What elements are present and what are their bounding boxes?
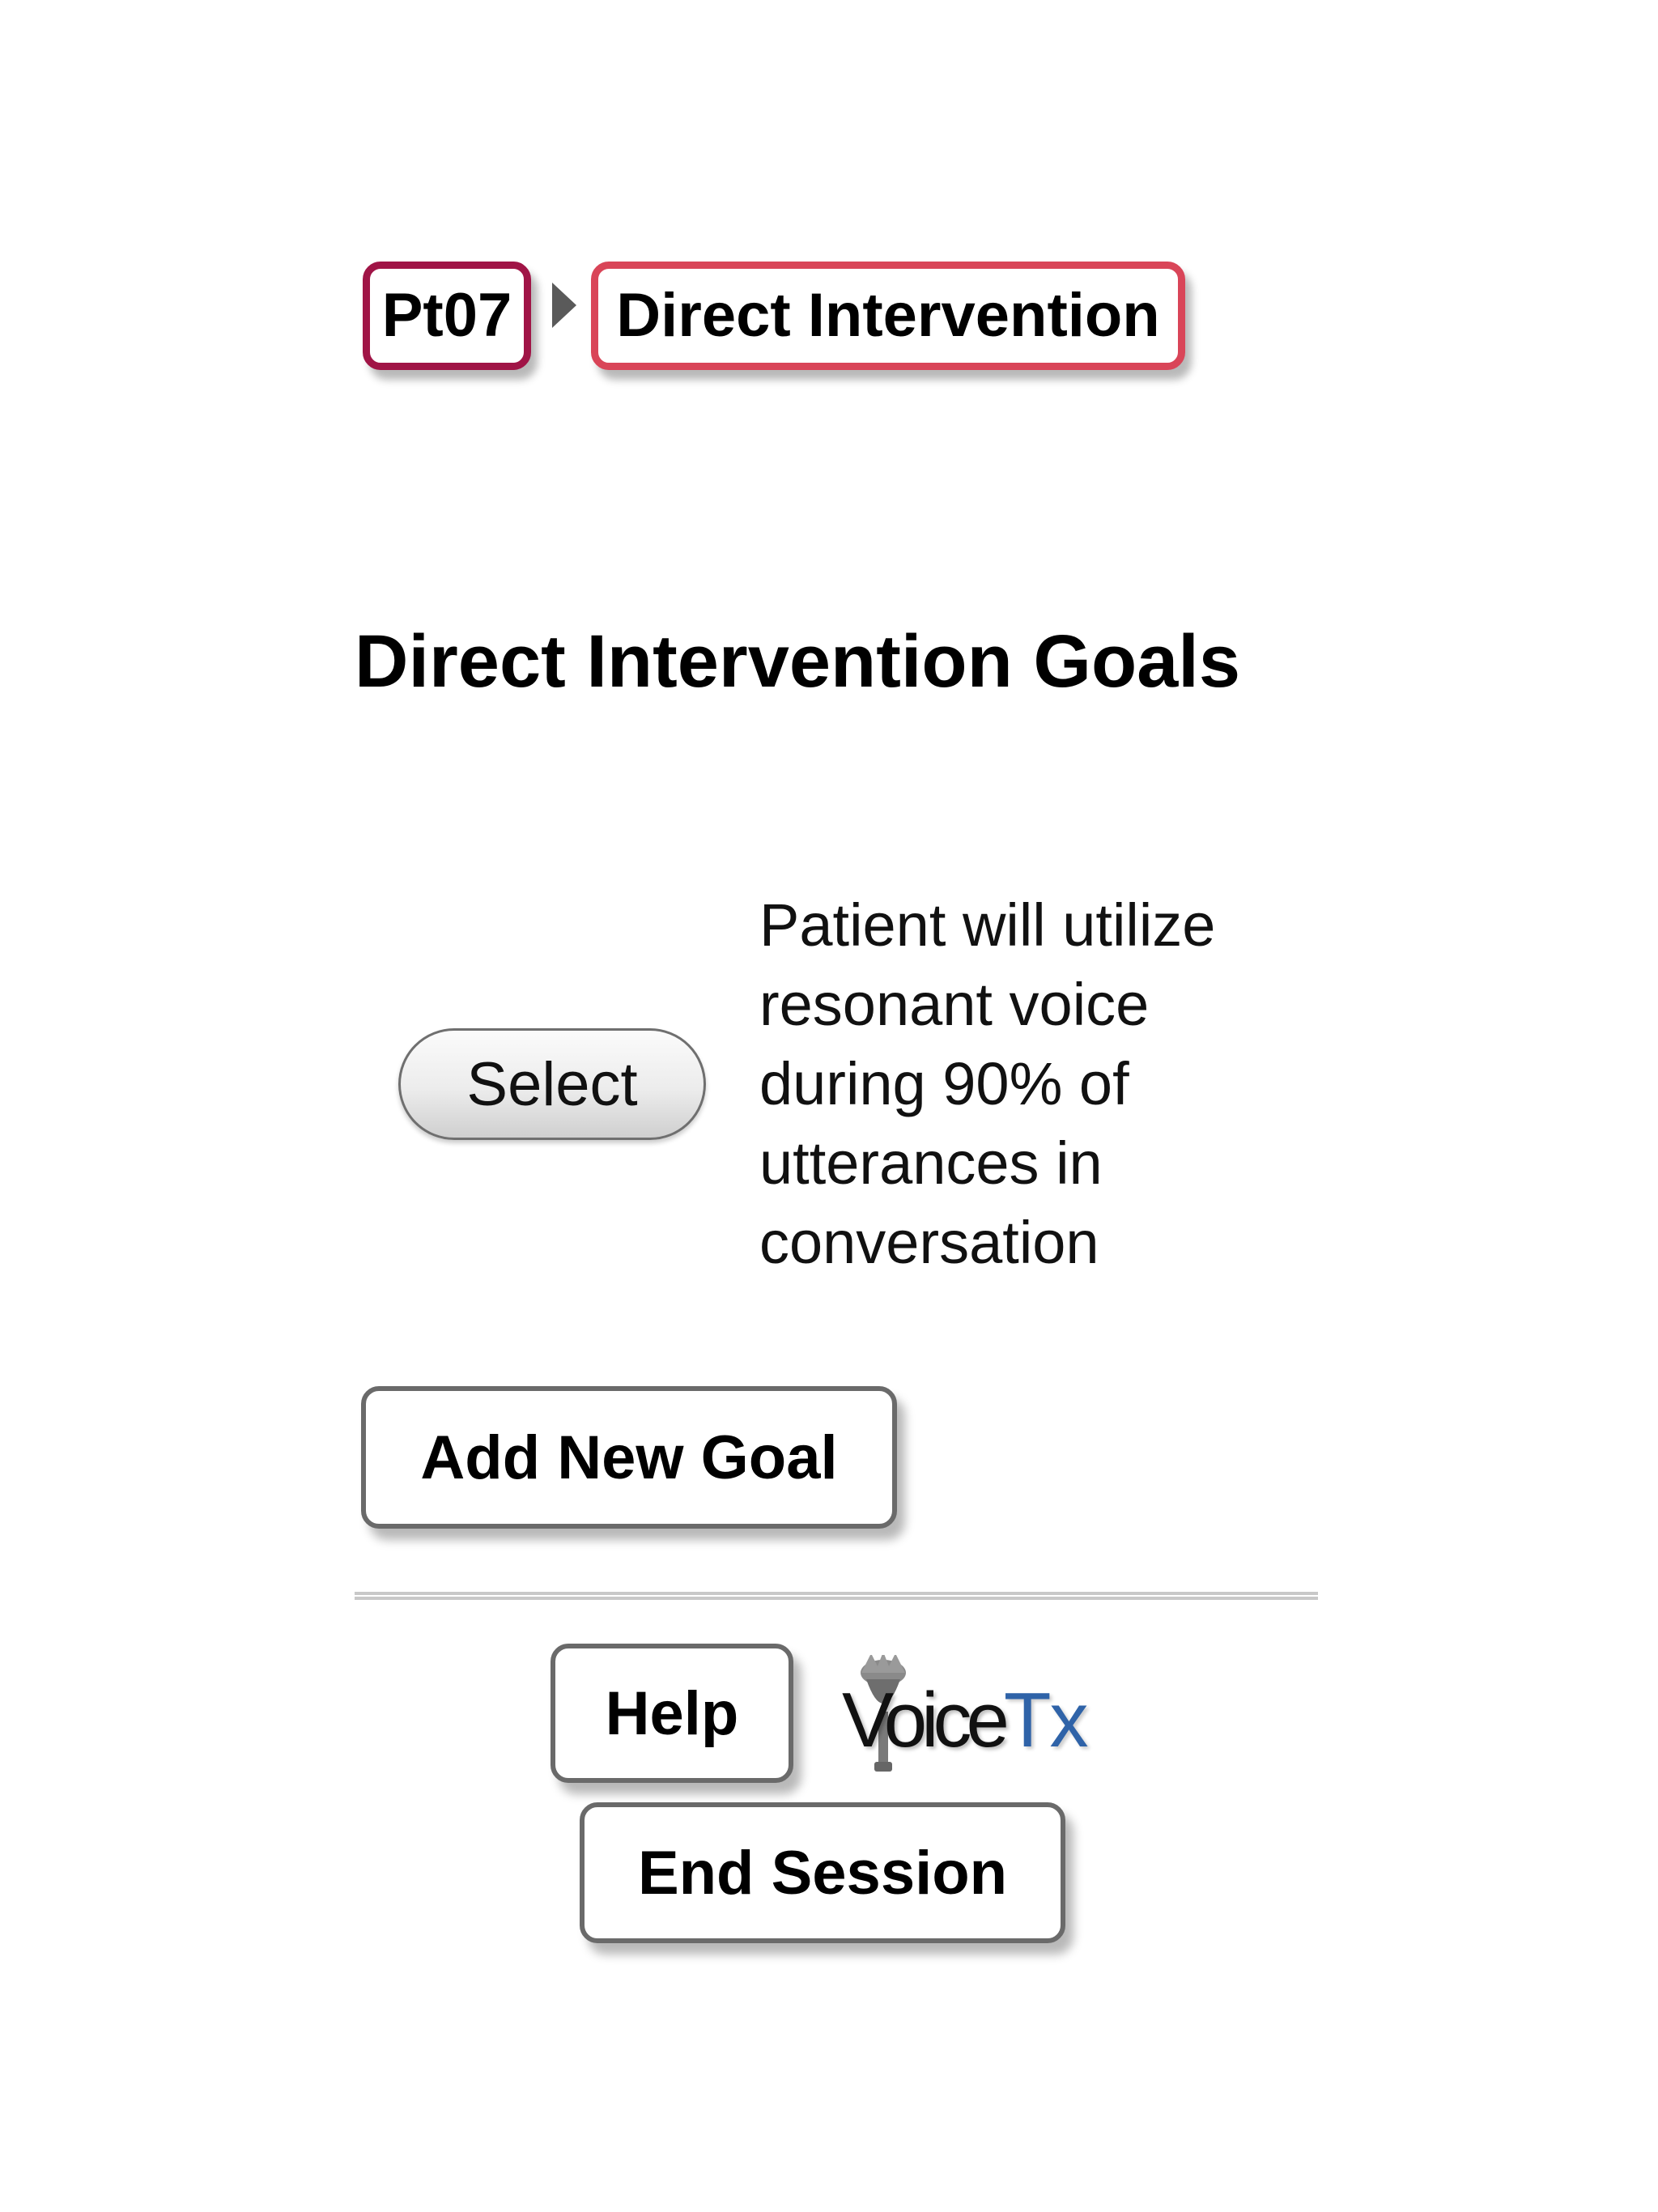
breadcrumb-current-label: Direct Intervention (616, 281, 1160, 350)
voicetx-logo: Voice Tx (842, 1655, 1089, 1781)
breadcrumb-current: Direct Intervention (591, 262, 1185, 370)
help-button-label: Help (605, 1678, 739, 1748)
logo-tx-text: Tx (1003, 1677, 1089, 1763)
add-new-goal-label: Add New Goal (420, 1423, 838, 1492)
page-title: Direct Intervention Goals (355, 620, 1241, 703)
add-new-goal-button[interactable]: Add New Goal (361, 1386, 897, 1529)
select-goal-button[interactable]: Select (398, 1028, 706, 1140)
goal-description: Patient will utilize resonant voice duri… (759, 891, 1216, 1276)
breadcrumb: Pt07 Direct Intervention (363, 259, 1185, 372)
end-session-button[interactable]: End Session (580, 1802, 1065, 1943)
breadcrumb-separator-icon (552, 283, 576, 328)
help-button[interactable]: Help (551, 1644, 793, 1783)
divider (355, 1592, 1318, 1600)
logo-voice-text: Voice (842, 1677, 1010, 1763)
breadcrumb-patient[interactable]: Pt07 (363, 262, 531, 370)
breadcrumb-patient-label: Pt07 (381, 281, 512, 350)
select-goal-button-label: Select (466, 1049, 638, 1119)
end-session-button-label: End Session (637, 1838, 1008, 1908)
